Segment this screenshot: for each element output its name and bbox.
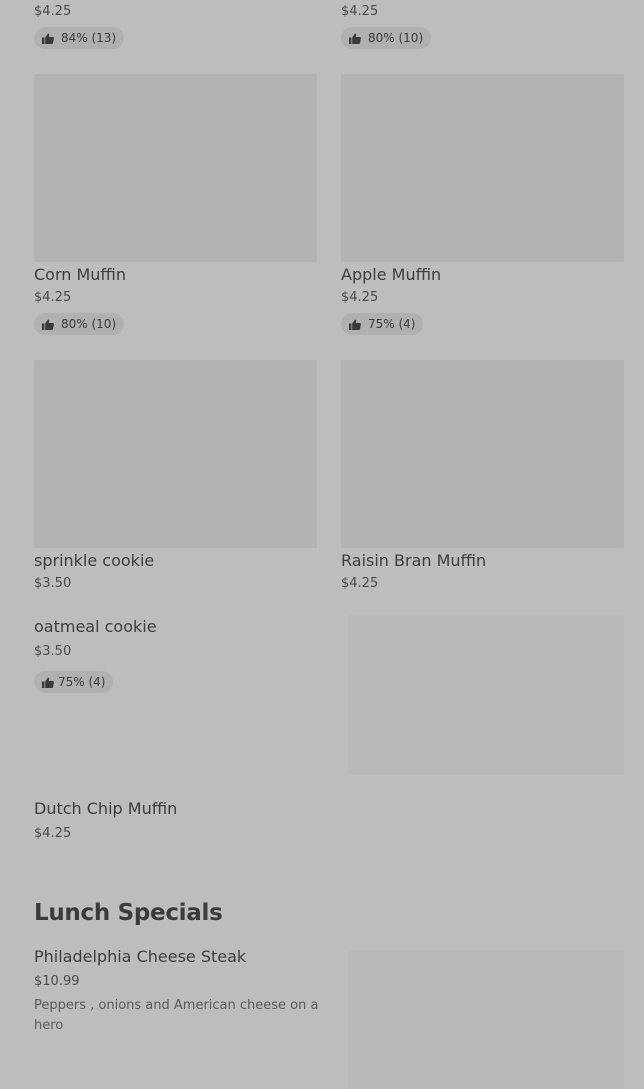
rating-text: 80% (10) [61, 317, 117, 331]
thumbs-up-icon [349, 319, 361, 330]
rating-badge: 80% (10) [34, 313, 125, 335]
item-name[interactable]: Corn Muffin [34, 265, 126, 285]
item-price: $10.99 [34, 974, 80, 989]
item-description: Peppers , onions and American cheese on … [34, 998, 319, 1033]
rating-text: 75% (4) [368, 317, 416, 331]
rating-badge: 75% (4) [34, 671, 114, 693]
item-image[interactable] [341, 360, 624, 548]
item-name[interactable]: sprinkle cookie [34, 551, 154, 571]
thumbs-up-icon [349, 33, 361, 44]
item-name[interactable]: Apple Muffin [341, 265, 441, 285]
item-image[interactable] [34, 74, 317, 262]
rating-badge: 80% (10) [341, 27, 432, 49]
item-name[interactable]: Dutch Chip Muffin [34, 799, 177, 819]
rating-text: 84% (13) [61, 31, 117, 45]
thumbs-up-icon [42, 33, 54, 44]
item-name[interactable]: Philadelphia Cheese Steak [34, 947, 246, 967]
item-price: $4.25 [341, 4, 379, 19]
thumbs-up-icon [42, 319, 54, 330]
item-price: $3.50 [34, 644, 72, 659]
item-price: $4.25 [341, 290, 379, 305]
rating-text: 75% (4) [58, 675, 106, 689]
item-image[interactable] [341, 74, 624, 262]
item-price: $3.50 [34, 576, 72, 591]
rating-badge: 75% (4) [341, 313, 424, 335]
item-price: $4.25 [341, 576, 379, 591]
thumbs-up-icon [42, 677, 54, 688]
item-name[interactable]: oatmeal cookie [34, 617, 157, 637]
item-price: $4.25 [34, 826, 72, 841]
item-name[interactable]: Raisin Bran Muffin [341, 551, 486, 571]
item-price: $4.25 [34, 4, 72, 19]
item-image[interactable] [34, 360, 317, 548]
rating-text: 80% (10) [368, 31, 424, 45]
item-image[interactable] [348, 950, 624, 1089]
item-price: $4.25 [34, 290, 72, 305]
section-title: Lunch Specials [34, 900, 223, 926]
rating-badge: 84% (13) [34, 27, 125, 49]
item-image[interactable] [348, 615, 624, 775]
